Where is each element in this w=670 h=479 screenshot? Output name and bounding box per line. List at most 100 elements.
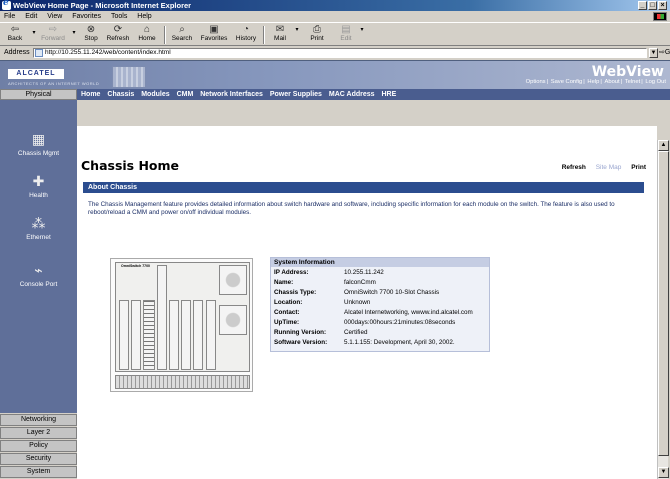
home-button[interactable]: ⌂ Home — [134, 24, 160, 46]
row-value: 10.255.11.242 — [344, 269, 384, 276]
options-link[interactable]: Options — [526, 79, 546, 85]
tab-networking[interactable]: Networking — [0, 414, 77, 426]
webview-title: WebView — [591, 64, 664, 80]
window-title-bar: WebView Home Page - Microsoft Internet E… — [0, 0, 670, 11]
ie-icon — [2, 0, 11, 10]
history-label: History — [235, 35, 257, 42]
nav-modules[interactable]: Modules — [141, 91, 169, 98]
top-links: Options| Save Config| Help| About| Telne… — [525, 79, 666, 85]
nav-cmm[interactable]: CMM — [177, 91, 194, 98]
mail-button[interactable]: ✉ Mail — [268, 24, 292, 46]
row-label: IP Address: — [274, 269, 309, 276]
chassis-image[interactable]: OmniSwitch 7700 — [110, 258, 253, 392]
webview-banner: ALCATEL ARCHITECTS OF AN INTERNET WORLD … — [0, 60, 670, 89]
print-button[interactable]: ⎙ Print — [303, 24, 331, 46]
row-label: Running Version: — [274, 329, 327, 336]
content-header-strip — [77, 100, 657, 126]
back-arrow-icon: ⇦ — [10, 24, 20, 35]
history-button[interactable]: ◔ History — [232, 24, 260, 46]
chassis-slot — [193, 300, 203, 370]
alcatel-tagline: ARCHITECTS OF AN INTERNET WORLD — [8, 81, 100, 86]
forward-label: Forward — [41, 35, 65, 42]
chassis-slot — [181, 300, 191, 370]
favorites-button[interactable]: ▣ Favorites — [197, 24, 231, 46]
vertical-scrollbar[interactable]: ▲ ▼ — [657, 140, 669, 479]
save-config-link[interactable]: Save Config — [551, 79, 583, 85]
mail-icon: ✉ — [275, 24, 285, 35]
go-label: Go — [664, 49, 670, 56]
home-label: Home — [138, 35, 156, 42]
search-button[interactable]: ⌕ Search — [168, 24, 196, 46]
back-button[interactable]: ⇦ Back — [3, 24, 27, 46]
tab-policy[interactable]: Policy — [0, 440, 77, 452]
sidebar-item-console-port[interactable]: ⌁ Console Port — [0, 261, 77, 288]
row-label: Name: — [274, 279, 294, 286]
go-button[interactable]: ⇨Go — [659, 47, 670, 59]
row-label: Location: — [274, 299, 303, 306]
refresh-icon: ⟳ — [113, 24, 123, 35]
row-label: Chassis Type: — [274, 289, 317, 296]
nav-power-supplies[interactable]: Power Supplies — [270, 91, 322, 98]
row-value: 000days:00hours:21minutes:08seconds — [344, 319, 456, 326]
menu-favorites[interactable]: Favorites — [72, 13, 101, 20]
building-image — [112, 66, 146, 88]
scroll-down-icon[interactable]: ▼ — [658, 467, 669, 478]
mail-label: Mail — [274, 35, 286, 42]
tab-layer2[interactable]: Layer 2 — [0, 427, 77, 439]
tab-security[interactable]: Security — [0, 453, 77, 465]
nav-chassis[interactable]: Chassis — [107, 91, 134, 98]
scroll-up-icon[interactable]: ▲ — [658, 140, 669, 151]
sidebar-item-label: Health — [29, 192, 48, 199]
page-icon — [35, 49, 43, 57]
menu-tools[interactable]: Tools — [111, 13, 127, 20]
row-value: falconCmm — [344, 279, 376, 286]
menu-view[interactable]: View — [47, 13, 62, 20]
address-dropdown-icon[interactable]: ▼ — [649, 48, 658, 58]
minimize-button[interactable]: _ — [638, 1, 647, 10]
row-value: Unknown — [344, 299, 371, 306]
close-button[interactable]: × — [658, 1, 667, 10]
about-link[interactable]: About — [604, 79, 619, 85]
sidebar-item-health[interactable]: ✚ Health — [0, 172, 77, 199]
sidebar-item-label: Console Port — [19, 281, 58, 288]
row-label: Contact: — [274, 309, 300, 316]
tab-system[interactable]: System — [0, 466, 77, 478]
row-value: Alcatel Internetworking, wwww.ind.alcate… — [344, 309, 473, 316]
logout-link[interactable]: Log Out — [645, 79, 666, 85]
forward-button[interactable]: ⇨ Forward — [38, 24, 68, 46]
chassis-slot — [206, 300, 216, 370]
nav-home[interactable]: Home — [81, 91, 100, 98]
refresh-button[interactable]: ⟳ Refresh — [104, 24, 132, 46]
edit-dropdown-icon[interactable]: ▾ — [358, 26, 366, 48]
system-info-table: System Information IP Address: 10.255.11.… — [270, 257, 490, 352]
edit-label: Edit — [340, 35, 352, 42]
nav-network-interfaces[interactable]: Network Interfaces — [200, 91, 263, 98]
chassis-slot — [119, 300, 129, 370]
tab-physical[interactable]: Physical — [0, 89, 77, 100]
section-header: About Chassis — [83, 182, 644, 193]
sidebar-item-ethernet[interactable]: ⁂ Ethernet — [0, 214, 77, 241]
menu-file[interactable]: File — [4, 13, 15, 20]
favorites-icon: ▣ — [209, 24, 219, 35]
site-map-link[interactable]: Site Map — [596, 164, 622, 171]
telnet-link[interactable]: Telnet — [625, 79, 640, 85]
page-links: Refresh Site Map Print — [554, 164, 646, 171]
sidebar-item-chassis-mgmt[interactable]: ▦ Chassis Mgmt — [0, 130, 77, 157]
sidebar-item-label: Ethernet — [26, 234, 51, 241]
stop-button[interactable]: ⊗ Stop — [78, 24, 104, 46]
scroll-thumb[interactable] — [658, 151, 669, 456]
maximize-button[interactable]: □ — [648, 1, 657, 10]
address-input[interactable]: http://10.255.11.242/web/content/index.h… — [33, 48, 647, 58]
refresh-link[interactable]: Refresh — [562, 164, 586, 171]
nav-mac-address[interactable]: MAC Address — [329, 91, 375, 98]
nav-hre[interactable]: HRE — [382, 91, 397, 98]
stop-label: Stop — [84, 35, 98, 42]
print-label: Print — [310, 35, 324, 42]
edit-button[interactable]: ▤ Edit — [334, 24, 358, 46]
help-link[interactable]: Help — [587, 79, 599, 85]
row-label: Software Version: — [274, 339, 328, 346]
menu-help[interactable]: Help — [137, 13, 151, 20]
print-link[interactable]: Print — [631, 164, 646, 171]
menu-edit[interactable]: Edit — [25, 13, 37, 20]
mail-dropdown-icon[interactable]: ▾ — [293, 26, 301, 48]
